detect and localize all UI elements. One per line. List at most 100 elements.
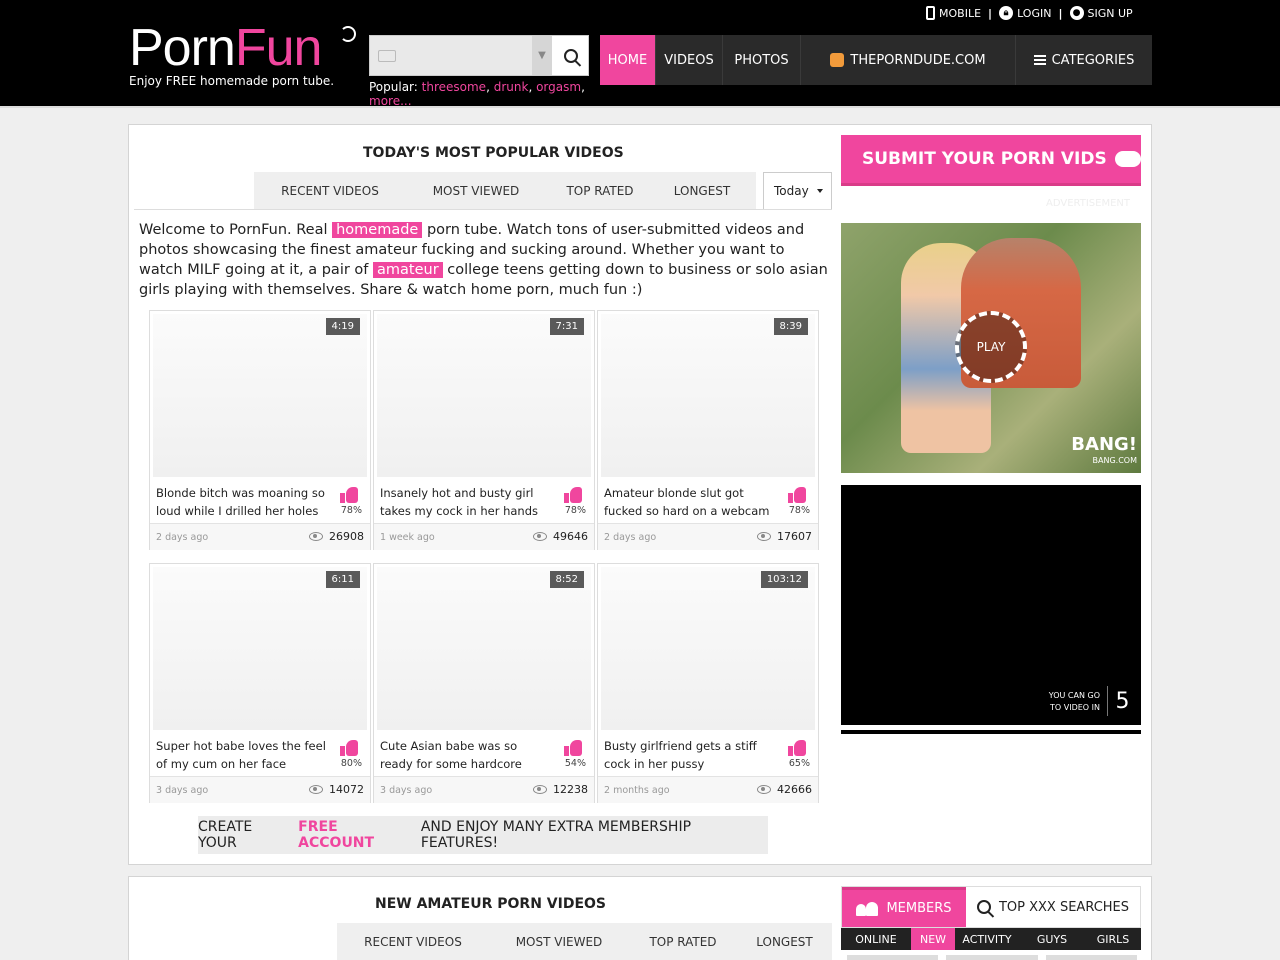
user-icon: ● — [1069, 6, 1084, 20]
video-rating: 54% — [564, 758, 586, 769]
tab-top-rated[interactable]: TOP RATED — [546, 184, 654, 198]
video-thumbnail[interactable] — [377, 314, 591, 477]
video-age: 2 months ago — [604, 785, 670, 796]
video-age: 3 days ago — [380, 785, 433, 796]
member-thumb[interactable] — [946, 955, 1038, 960]
video-title[interactable]: Amateur blonde slut got fucked so hard o… — [604, 484, 774, 520]
video-meta: 3 days ago 12238 — [374, 776, 594, 803]
video-rating: 65% — [788, 758, 810, 769]
login-link[interactable]: 🔒︎ LOGIN — [999, 6, 1051, 20]
period-select[interactable]: Today — [763, 172, 832, 210]
site-logo[interactable]: PornFun — [129, 22, 322, 74]
countdown-number: 5 — [1107, 686, 1137, 716]
submit-vids-button[interactable]: SUBMIT YOUR PORN VIDS — [841, 135, 1141, 186]
video-age: 2 days ago — [604, 532, 657, 543]
subtab-new[interactable]: NEW — [911, 928, 955, 950]
video-thumbnail[interactable] — [601, 314, 815, 477]
homemade-link[interactable]: homemade — [332, 222, 423, 238]
video-views: 14072 — [309, 783, 364, 796]
subtab-guys[interactable]: GUYS — [1019, 928, 1085, 950]
logo-bubble-icon — [340, 26, 356, 42]
video-card[interactable]: 7:31 Insanely hot and busty girl takes m… — [373, 310, 595, 550]
eye-icon — [533, 532, 547, 541]
member-thumb[interactable] — [1045, 955, 1137, 960]
member-thumb[interactable] — [847, 955, 939, 960]
video-duration: 103:12 — [760, 571, 808, 588]
theporndude-icon — [830, 53, 845, 67]
tab-top-rated[interactable]: TOP RATED — [629, 935, 737, 949]
nav-photos[interactable]: PHOTOS — [723, 35, 801, 85]
video-card[interactable]: 4:19 Blonde bitch was moaning so loud wh… — [149, 310, 371, 550]
tab-most-viewed[interactable]: MOST VIEWED — [489, 935, 629, 949]
eye-icon — [533, 785, 547, 794]
search-box: ▼ — [369, 35, 589, 76]
thumbs-up-icon — [564, 740, 582, 756]
video-thumbnail[interactable] — [377, 567, 591, 730]
advertisement-label: ADVERTISEMENT — [1046, 198, 1131, 209]
video-rating: 78% — [340, 505, 362, 516]
eye-icon — [757, 532, 771, 541]
tab-longest[interactable]: LONGEST — [654, 184, 750, 198]
main-nav: HOME VIDEOS PHOTOS THEPORNDUDE.COM CATEG… — [600, 35, 1152, 85]
video-thumbnail[interactable] — [601, 567, 815, 730]
ad-video-player[interactable] — [841, 485, 1141, 725]
subtab-girls[interactable]: GIRLS — [1085, 928, 1141, 950]
subtab-online[interactable]: ONLINE — [841, 928, 911, 950]
thumbs-up-icon — [340, 487, 358, 503]
video-title[interactable]: Busty girlfriend gets a stiff cock in he… — [604, 737, 774, 773]
tab-recent-videos[interactable]: RECENT VIDEOS — [337, 935, 489, 949]
video-views: 12238 — [533, 783, 588, 796]
tab-most-viewed[interactable]: MOST VIEWED — [406, 184, 546, 198]
tab-top-searches[interactable]: TOP XXX SEARCHES — [966, 887, 1140, 927]
eye-icon — [757, 785, 771, 794]
popular-link-drunk[interactable]: drunk — [494, 80, 529, 94]
video-age: 1 week ago — [380, 532, 435, 543]
video-views: 26908 — [309, 530, 364, 543]
upload-cloud-icon — [1114, 151, 1141, 167]
search-type-dropdown[interactable]: ▼ — [532, 36, 552, 75]
video-card[interactable]: 8:39 Amateur blonde slut got fucked so h… — [597, 310, 819, 550]
signup-link[interactable]: ● SIGN UP — [1069, 6, 1133, 20]
video-age: 3 days ago — [156, 785, 209, 796]
separator: | — [988, 6, 993, 20]
video-meta: 2 months ago 42666 — [598, 776, 818, 803]
free-account-link[interactable]: FREE ACCOUNT — [298, 819, 417, 851]
video-rating: 80% — [340, 758, 362, 769]
search-button[interactable] — [552, 36, 589, 75]
video-duration: 8:39 — [773, 318, 808, 335]
popular-link-more[interactable]: more... — [369, 94, 412, 108]
video-thumbnail[interactable] — [153, 567, 367, 730]
amateur-link[interactable]: amateur — [373, 262, 443, 278]
ad-banner-video[interactable]: PLAY BANG! BANG.COM — [841, 223, 1141, 473]
video-duration: 4:19 — [325, 318, 360, 335]
nav-categories[interactable]: CATEGORIES — [1016, 35, 1152, 85]
video-card[interactable]: 103:12 Busty girlfriend gets a stiff coc… — [597, 563, 819, 803]
tab-longest[interactable]: LONGEST — [737, 935, 832, 949]
nav-videos[interactable]: VIDEOS — [656, 35, 723, 85]
people-icon — [856, 901, 879, 916]
video-title[interactable]: Super hot babe loves the feel of my cum … — [156, 737, 326, 773]
members-subtabs: ONLINE NEW ACTIVITY GUYS GIRLS — [841, 928, 1141, 950]
mobile-link[interactable]: MOBILE — [926, 6, 981, 20]
video-card[interactable]: 8:52 Cute Asian babe was so ready for so… — [373, 563, 595, 803]
nav-home[interactable]: HOME — [600, 35, 656, 85]
new-sort-tabs: RECENT VIDEOS MOST VIEWED TOP RATED LONG… — [337, 923, 832, 960]
eye-icon — [309, 532, 323, 541]
subtab-activity[interactable]: ACTIVITY — [955, 928, 1019, 950]
popular-link-orgasm[interactable]: orgasm — [536, 80, 581, 94]
popular-searches: Popular: threesome, drunk, orgasm, more.… — [369, 80, 585, 108]
popular-link-threesome[interactable]: threesome — [422, 80, 486, 94]
video-card[interactable]: 6:11 Super hot babe loves the feel of my… — [149, 563, 371, 803]
tab-recent-videos[interactable]: RECENT VIDEOS — [254, 184, 406, 198]
video-age: 2 days ago — [156, 532, 209, 543]
thumbs-up-icon — [788, 740, 806, 756]
video-title[interactable]: Blonde bitch was moaning so loud while I… — [156, 484, 326, 520]
tab-members[interactable]: MEMBERS — [842, 887, 966, 927]
play-button[interactable]: PLAY — [955, 311, 1027, 383]
video-thumbnail[interactable] — [153, 314, 367, 477]
video-meta: 3 days ago 14072 — [150, 776, 370, 803]
section-title-popular: TODAY'S MOST POPULAR VIDEOS — [363, 145, 624, 161]
nav-theporndude[interactable]: THEPORNDUDE.COM — [801, 35, 1016, 85]
video-title[interactable]: Insanely hot and busty girl takes my coc… — [380, 484, 550, 520]
video-rating: 78% — [564, 505, 586, 516]
